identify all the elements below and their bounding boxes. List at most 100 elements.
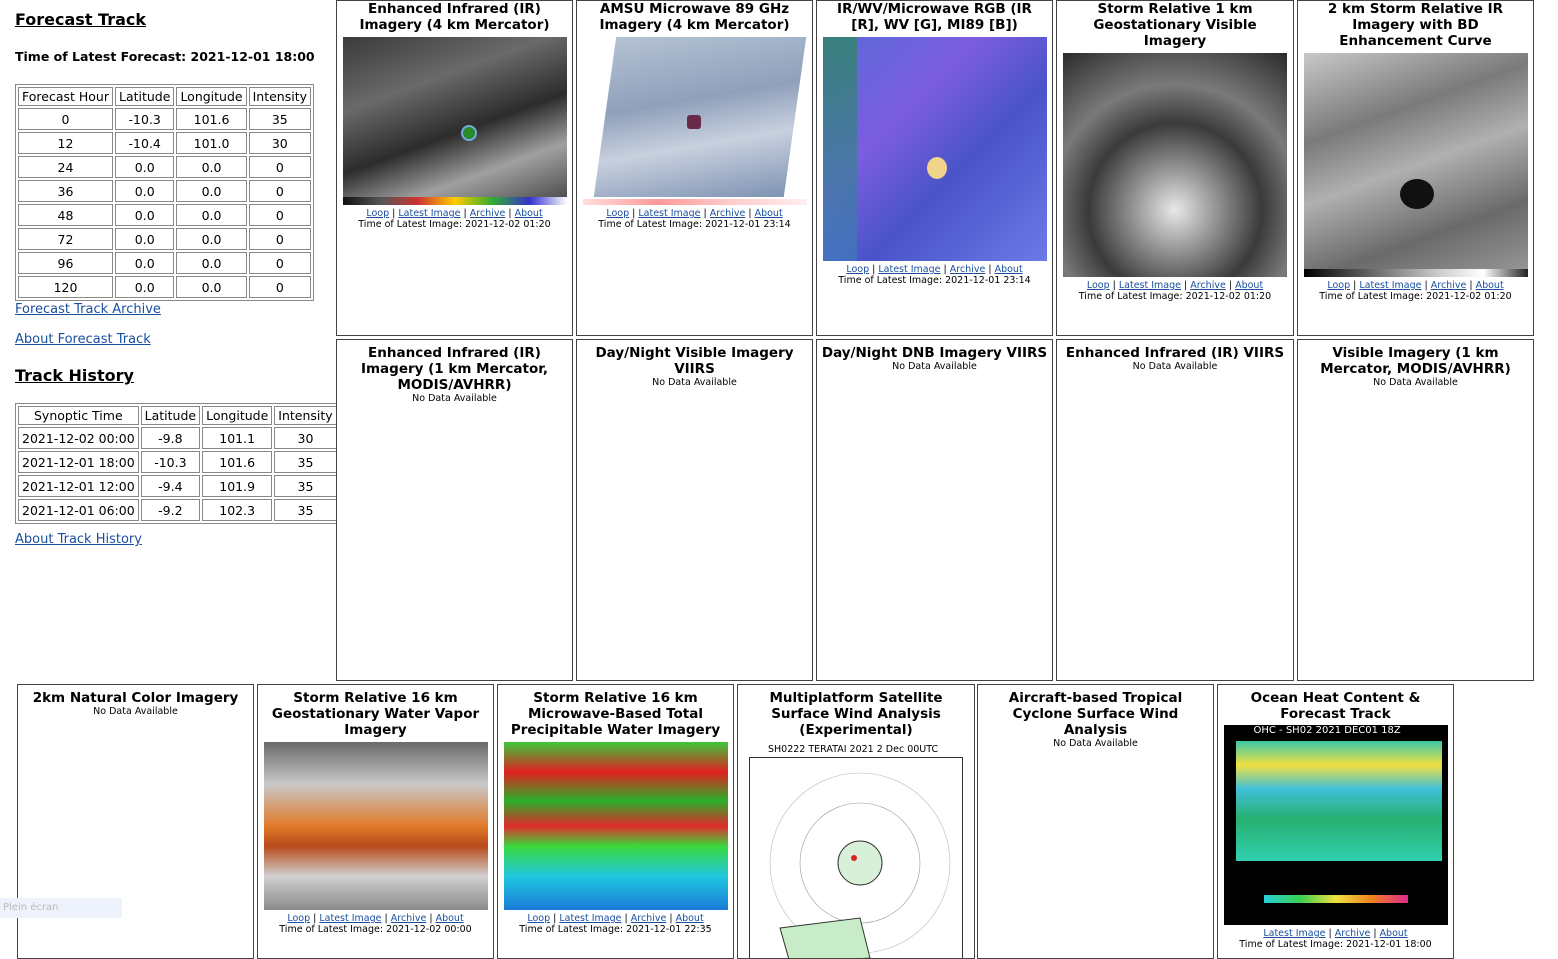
table-row: 36 0.0 0.0 0 <box>18 180 312 202</box>
panel-viirs-dnb: Day/Night DNB Imagery VIIRS No Data Avai… <box>816 339 1053 681</box>
storm-marker-icon <box>686 115 701 129</box>
about-link[interactable]: About <box>1380 928 1408 939</box>
latest-image-link[interactable]: Latest Image <box>319 913 381 924</box>
no-data-text: No Data Available <box>652 377 737 388</box>
about-link[interactable]: About <box>755 208 783 219</box>
table-cell: -10.3 <box>114 108 175 130</box>
bd-image[interactable] <box>1303 53 1528 277</box>
separator: | <box>313 913 317 924</box>
about-link[interactable]: About <box>436 913 464 924</box>
no-data-text: No Data Available <box>1132 361 1218 372</box>
ohc-image[interactable]: OHC - SH02 2021 DEC01 18Z <box>1223 725 1448 925</box>
panel-title: Storm Relative 16 km Geostationary Water… <box>271 690 480 738</box>
about-link[interactable]: About <box>676 913 704 924</box>
table-cell: 0 <box>18 108 113 130</box>
archive-link[interactable]: Archive <box>1335 928 1371 939</box>
separator: | <box>392 208 396 219</box>
loop-link[interactable]: Loop <box>1087 280 1110 291</box>
forecast-track-heading: Forecast Track <box>15 10 147 29</box>
panel-title: IR/WV/Microwave RGB (IR [R], WV [G], MI8… <box>837 1 1032 33</box>
latest-image-link[interactable]: Latest Image <box>878 264 940 275</box>
col-longitude: Longitude <box>202 406 273 425</box>
latest-image-link[interactable]: Latest Image <box>398 208 460 219</box>
archive-link[interactable]: Archive <box>470 208 506 219</box>
panel-links: Loop | Latest Image | Archive | About <box>577 208 812 219</box>
panel-title: Visible Imagery (1 km Mercator, MODIS/AV… <box>1320 345 1511 377</box>
color-scale-bar <box>342 197 567 205</box>
about-forecast-track-link[interactable]: About Forecast Track <box>15 332 151 347</box>
latest-image-link[interactable]: Latest Image <box>1119 280 1181 291</box>
loop-link[interactable]: Loop <box>1327 280 1350 291</box>
archive-link[interactable]: Archive <box>631 913 667 924</box>
table-cell: 0.0 <box>176 156 247 178</box>
panel-title: AMSU Microwave 89 GHz Imagery (4 km Merc… <box>599 1 790 33</box>
table-cell: 0.0 <box>176 252 247 274</box>
about-link[interactable]: About <box>1476 280 1504 291</box>
forecast-table: Forecast Hour Latitude Longitude Intensi… <box>15 84 315 301</box>
storm-center-icon <box>851 855 857 861</box>
col-intensity: Intensity <box>274 406 337 425</box>
table-row: 0 -10.3 101.6 35 <box>18 108 312 130</box>
table-cell: 96 <box>18 252 113 274</box>
loop-link[interactable]: Loop <box>366 208 389 219</box>
visible-image[interactable] <box>1063 53 1287 277</box>
track-history-heading: Track History <box>15 366 134 385</box>
separator: | <box>508 208 512 219</box>
archive-link[interactable]: Archive <box>950 264 986 275</box>
separator: | <box>872 264 876 275</box>
fullscreen-hint[interactable]: Plein écran <box>0 898 122 918</box>
panel-ir-wv-rgb: IR/WV/Microwave RGB (IR [R], WV [G], MI8… <box>816 0 1053 336</box>
archive-link[interactable]: Archive <box>1431 280 1467 291</box>
panel-links: Latest Image | Archive | About <box>1218 928 1453 939</box>
table-cell: 0.0 <box>114 180 175 202</box>
wind-analysis-image[interactable] <box>749 757 963 958</box>
table-cell: -9.2 <box>140 499 201 521</box>
about-link[interactable]: About <box>515 208 543 219</box>
table-cell: 120 <box>18 276 113 298</box>
enhanced-ir-image[interactable] <box>342 37 567 205</box>
storm-marker-icon <box>926 157 947 179</box>
archive-link[interactable]: Archive <box>1190 280 1226 291</box>
table-cell: 0.0 <box>114 156 175 178</box>
latest-image-link[interactable]: Latest Image <box>1359 280 1421 291</box>
separator: | <box>1353 280 1357 291</box>
separator: | <box>669 913 673 924</box>
table-row: 96 0.0 0.0 0 <box>18 252 312 274</box>
tpw-image[interactable] <box>503 742 728 910</box>
about-track-history-link[interactable]: About Track History <box>15 532 142 547</box>
about-link[interactable]: About <box>1235 280 1263 291</box>
loop-link[interactable]: Loop <box>606 208 629 219</box>
table-cell: 0.0 <box>114 252 175 274</box>
table-cell: 35 <box>274 499 337 521</box>
table-row: 72 0.0 0.0 0 <box>18 228 312 250</box>
panel-viirs-visible: Day/Night Visible Imagery VIIRS No Data … <box>576 339 813 681</box>
no-data-text: No Data Available <box>412 393 497 404</box>
panel-title: Aircraft-based Tropical Cyclone Surface … <box>1008 690 1183 738</box>
loop-link[interactable]: Loop <box>527 913 550 924</box>
panel-surface-wind: Multiplatform Satellite Surface Wind Ana… <box>737 684 975 959</box>
ohc-field <box>1235 741 1442 861</box>
latest-image-link[interactable]: Latest Image <box>1263 928 1325 939</box>
archive-link[interactable]: Archive <box>391 913 427 924</box>
panel-links: Loop | Latest Image | Archive | About <box>817 264 1052 275</box>
about-link[interactable]: About <box>995 264 1023 275</box>
panel-viirs-ir: Enhanced Infrared (IR) VIIRS No Data Ava… <box>1056 339 1294 681</box>
forecast-track-archive-link[interactable]: Forecast Track Archive <box>15 302 161 317</box>
forecast-header-row: Forecast Hour Latitude Longitude Intensi… <box>18 87 312 106</box>
table-cell: 0.0 <box>114 204 175 226</box>
latest-image-link[interactable]: Latest Image <box>559 913 621 924</box>
water-vapor-image[interactable] <box>263 742 488 910</box>
latest-image-time: Time of Latest Image: 2021-12-01 18:00 <box>1239 939 1432 950</box>
forecast-time: Time of Latest Forecast: 2021-12-01 18:0… <box>15 49 315 64</box>
loop-link[interactable]: Loop <box>846 264 869 275</box>
rgb-image[interactable] <box>822 37 1047 261</box>
table-row: 2021-12-01 06:00 -9.2 102.3 35 <box>18 499 337 521</box>
table-cell: 36 <box>18 180 113 202</box>
table-row: 2021-12-01 12:00 -9.4 101.9 35 <box>18 475 337 497</box>
latest-image-link[interactable]: Latest Image <box>638 208 700 219</box>
col-synoptic-time: Synoptic Time <box>18 406 139 425</box>
amsu-image[interactable] <box>582 37 807 205</box>
panel-title: Storm Relative 1 km Geostationary Visibl… <box>1093 1 1257 49</box>
archive-link[interactable]: Archive <box>710 208 746 219</box>
loop-link[interactable]: Loop <box>287 913 310 924</box>
